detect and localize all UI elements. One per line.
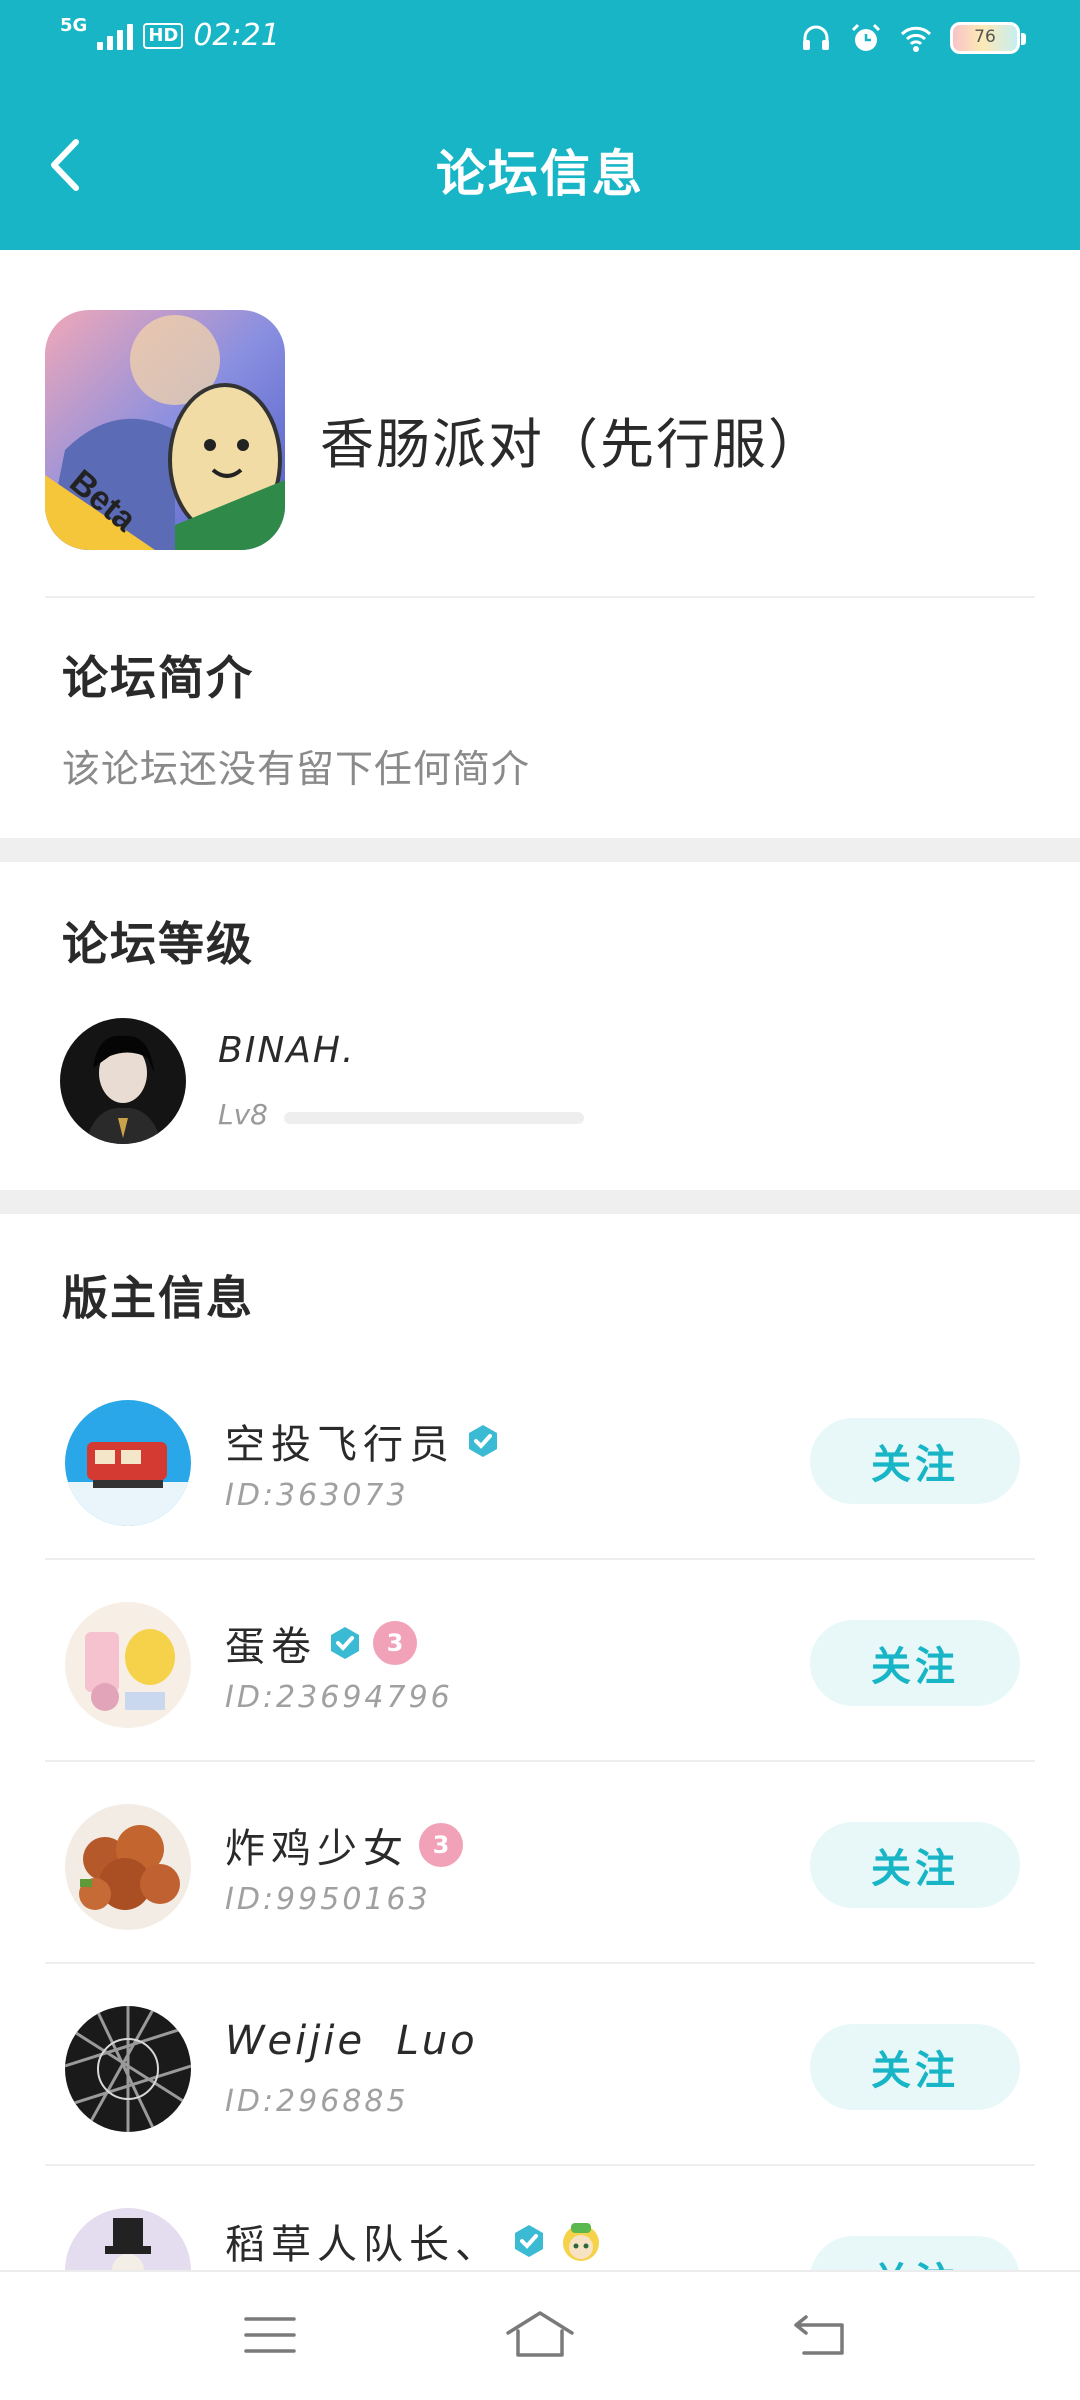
moderator-name-text: Weijie Luo — [225, 2018, 478, 2064]
page-title: 论坛信息 — [436, 145, 644, 203]
divider — [45, 1760, 1035, 1762]
level-label: Lv8 — [218, 1098, 268, 1131]
divider — [45, 1558, 1035, 1560]
verified-check-icon — [331, 1627, 359, 1659]
headphones-icon — [803, 25, 829, 50]
divider — [45, 596, 1035, 598]
avatar[interactable] — [65, 2208, 191, 2270]
avatar[interactable] — [65, 2006, 191, 2132]
status-bar: 5G HD 02:21 76 — [0, 0, 1080, 80]
moderator-item[interactable]: 炸鸡少女 3 ID:9950163 关注 — [45, 1764, 1035, 1964]
verified-check-icon — [515, 2225, 543, 2257]
avatar[interactable] — [65, 1804, 191, 1930]
avatar[interactable] — [65, 1602, 191, 1728]
follow-button[interactable]: 关注 — [810, 2024, 1020, 2110]
level-badge: 3 — [373, 1621, 417, 1665]
moderator-name-text: 蛋卷 — [225, 1624, 317, 1670]
moderator-name-text: 空投飞行员 — [225, 1422, 455, 1468]
battery-icon: 76 — [950, 22, 1026, 54]
wifi-icon — [900, 26, 932, 52]
forum-app-icon: Beta — [45, 310, 285, 550]
cartoon-badge-icon — [563, 2223, 599, 2261]
moderator-name: 炸鸡少女 3 — [225, 1816, 463, 1874]
moderator-id: ID:23694796 — [225, 1680, 453, 1715]
moderator-name: 空投飞行员 — [225, 1412, 501, 1470]
avatar[interactable] — [65, 1400, 191, 1526]
status-time: 02:21 — [193, 18, 280, 53]
moderator-item[interactable]: 蛋卷 3 ID:23694796 关注 — [45, 1562, 1035, 1762]
follow-button[interactable]: 关注 — [810, 1620, 1020, 1706]
moderator-item[interactable]: 空投飞行员 ID:363073 关注 — [45, 1360, 1035, 1560]
intro-text: 该论坛还没有留下任何简介 — [62, 747, 531, 791]
level-badge: 3 — [419, 1823, 463, 1867]
divider — [45, 1962, 1035, 1964]
battery-level: 76 — [974, 27, 996, 47]
level-progress-bar — [284, 1112, 584, 1124]
status-left: 5G HD 02:21 — [60, 15, 280, 53]
menu-icon — [244, 2317, 296, 2353]
top-bar: 5G HD 02:21 76 论坛信息 — [0, 0, 1080, 250]
alarm-icon — [851, 23, 881, 51]
moderator-item[interactable]: 稻草人队长、 关注 — [45, 2168, 1035, 2270]
level-user-name: BINAH. — [218, 1030, 356, 1071]
forum-header: Beta 香肠派对（先行服） — [45, 310, 1035, 550]
moderator-name: Weijie Luo — [225, 2018, 478, 2064]
nav-back-button[interactable] — [780, 2300, 860, 2370]
follow-button[interactable]: 关注 — [810, 2236, 1020, 2270]
network-label: 5G — [60, 15, 88, 36]
divider — [45, 2164, 1035, 2166]
moderator-name-text: 稻草人队长、 — [225, 2222, 501, 2268]
verified-check-icon — [469, 1425, 497, 1457]
section-gap — [0, 1190, 1080, 1214]
follow-button[interactable]: 关注 — [810, 1418, 1020, 1504]
forum-name: 香肠派对（先行服） — [320, 413, 824, 476]
moderator-name: 蛋卷 3 — [225, 1614, 417, 1672]
home-icon — [506, 2311, 574, 2357]
moderator-id: ID:363073 — [225, 1478, 409, 1513]
status-right: 76 — [800, 22, 1026, 54]
return-icon — [794, 2315, 844, 2355]
moderator-item[interactable]: Weijie Luo ID:296885 关注 — [45, 1966, 1035, 2166]
signal-icon — [97, 22, 134, 50]
level-title: 论坛等级 — [62, 917, 254, 971]
nav-menu-button[interactable] — [230, 2300, 310, 2370]
nav-home-button[interactable] — [500, 2300, 580, 2370]
follow-button[interactable]: 关注 — [810, 1822, 1020, 1908]
moderator-name-text: 炸鸡少女 — [225, 1826, 409, 1872]
moderator-id: ID:9950163 — [225, 1882, 431, 1917]
moderators-title: 版主信息 — [62, 1271, 254, 1325]
moderator-name: 稻草人队长、 — [225, 2212, 605, 2270]
system-nav-bar — [0, 2270, 1080, 2400]
hd-badge: HD — [143, 22, 184, 49]
intro-title: 论坛简介 — [62, 651, 254, 705]
section-gap — [0, 838, 1080, 862]
avatar[interactable] — [60, 1018, 186, 1144]
moderator-id: ID:296885 — [225, 2084, 409, 2119]
